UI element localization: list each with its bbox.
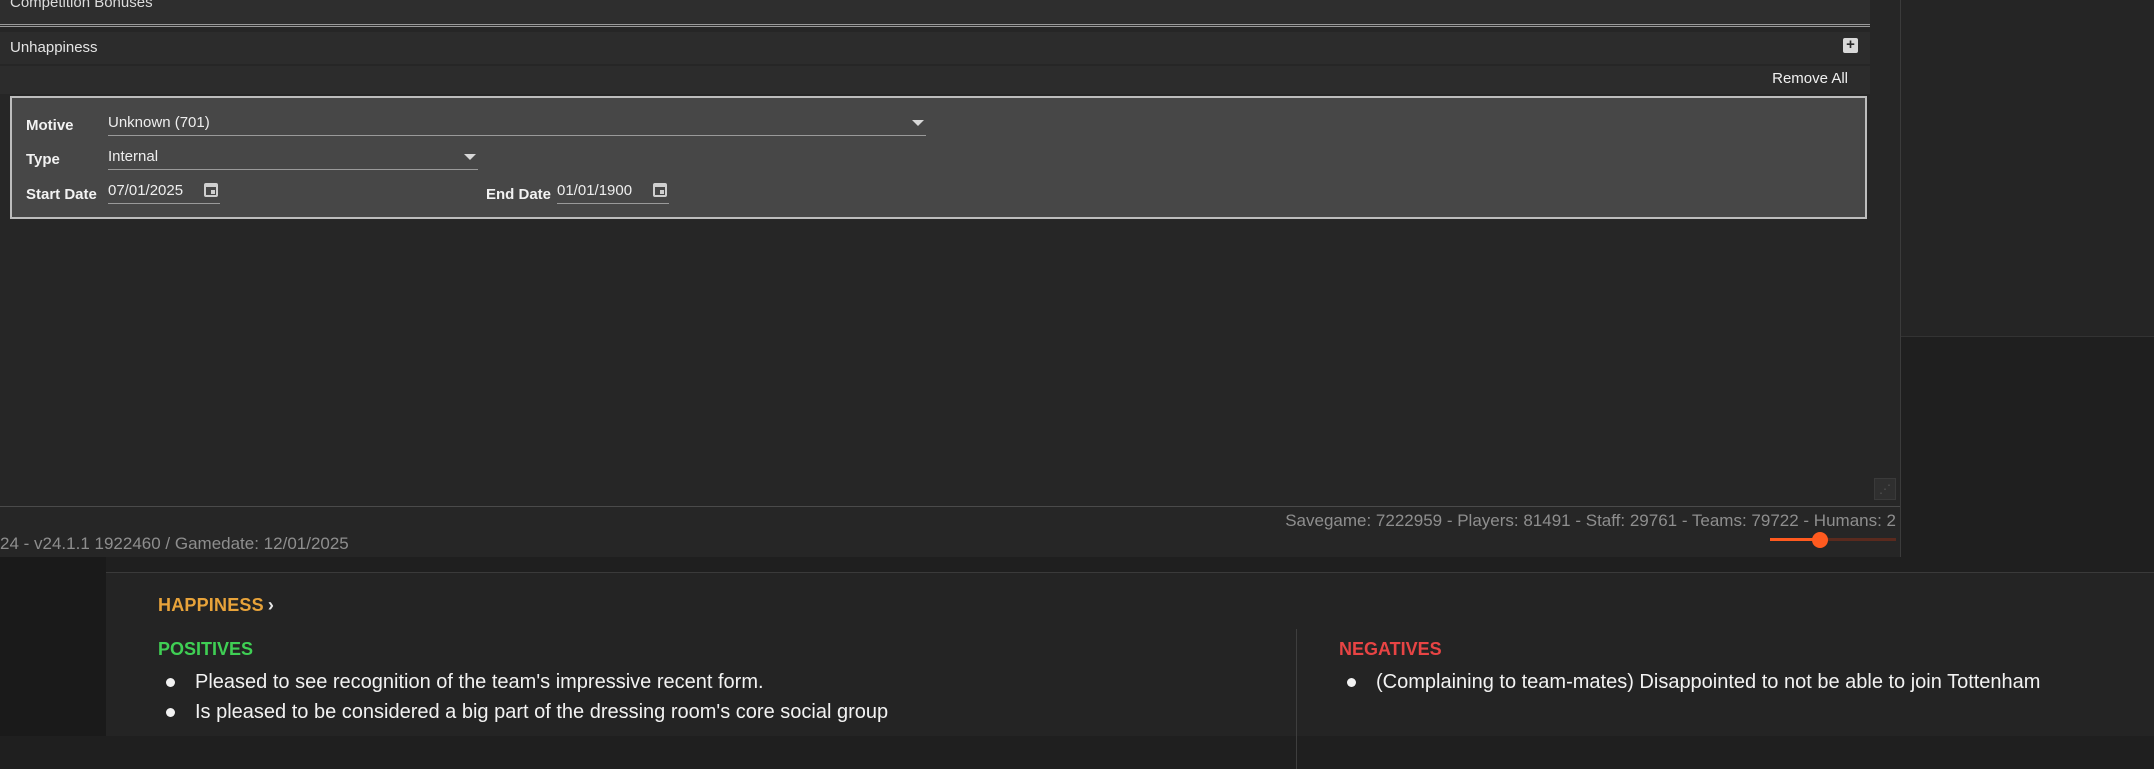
savegame-stats: Savegame: 7222959 - Players: 81491 - Sta… [1285,511,1896,530]
positive-item: Pleased to see recognition of the team's… [158,667,888,697]
negative-item: (Complaining to team-mates) Disappointed… [1339,667,2040,697]
negatives-list: (Complaining to team-mates) Disappointed… [1339,667,2040,697]
unhappiness-entry[interactable]: Motive Unknown (701) Type Internal Start… [10,96,1867,219]
unhappiness-title: Unhappiness [10,39,98,56]
calendar-icon[interactable] [204,183,218,197]
column-divider [1296,629,1297,769]
start-date-value: 07/01/2025 [108,182,184,199]
type-value: Internal [108,148,159,165]
remove-all-button[interactable]: Remove All [1772,70,1848,87]
end-date-field[interactable]: 01/01/1900 [557,180,669,204]
end-date-value: 01/01/1900 [557,182,633,199]
unhappiness-toolbar: Remove All [0,66,1870,94]
competition-bonuses-section[interactable]: Competition Bonuses [0,0,1870,27]
calendar-icon[interactable] [653,183,667,197]
background-side-panel [1900,0,2154,337]
chevron-down-icon [912,120,924,126]
chevron-right-icon: › [267,595,275,615]
zoom-slider-thumb[interactable] [1812,532,1829,548]
motive-dropdown[interactable]: Unknown (701) [108,112,926,136]
positives-title: POSITIVES [158,639,254,659]
status-bar: Savegame: 7222959 - Players: 81491 - Sta… [0,506,1900,557]
competition-bonuses-label: Competition Bonuses [10,0,153,11]
type-dropdown[interactable]: Internal [108,146,478,170]
happiness-panel: HAPPINESS › POSITIVES NEGATIVES Pleased t… [106,572,2154,769]
positives-list: Pleased to see recognition of the team's… [158,667,888,727]
motive-label: Motive [26,117,74,134]
negatives-title: NEGATIVES [1339,639,1442,659]
positive-item: Is pleased to be considered a big part o… [158,697,888,727]
editor-window: Competition Bonuses Unhappiness + Remove… [0,0,1901,557]
unhappiness-section-header: Unhappiness + [0,32,1870,64]
motive-value: Unknown (701) [108,114,210,131]
zoom-slider[interactable] [1770,532,1896,548]
start-date-field[interactable]: 07/01/2025 [108,180,220,204]
end-date-label: End Date [486,186,552,203]
background-left-strip [0,556,106,736]
add-icon[interactable]: + [1843,37,1858,53]
happiness-header[interactable]: HAPPINESS › [158,595,274,616]
start-date-label: Start Date [26,186,97,203]
type-label: Type [26,151,60,168]
happiness-title: HAPPINESS [158,595,264,615]
chevron-down-icon [464,154,476,160]
version-info: 24 - v24.1.1 1922460 / Gamedate: 12/01/2… [0,534,349,553]
resize-grip-icon[interactable]: ⋰ [1874,478,1896,500]
